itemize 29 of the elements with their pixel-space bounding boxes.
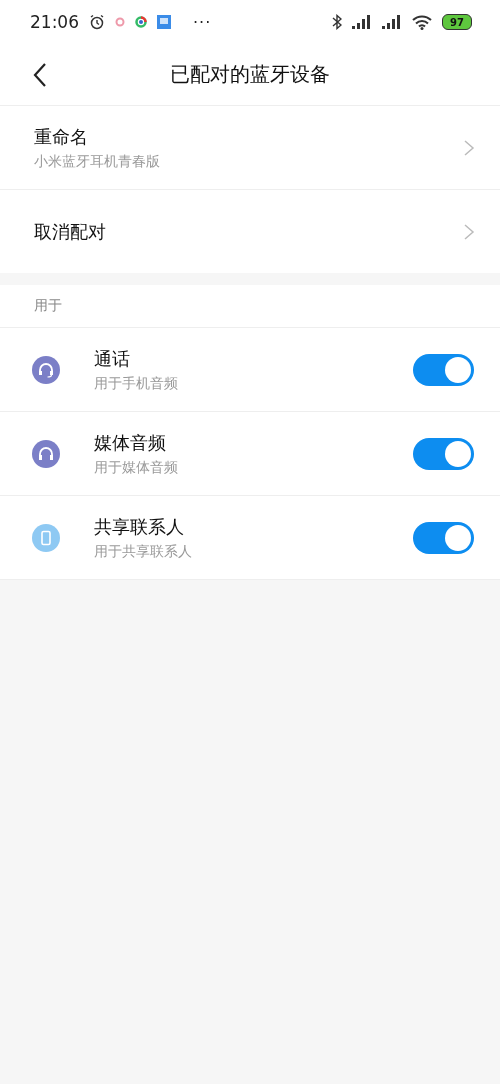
alarm-clock-icon — [89, 14, 105, 30]
toggle-switch[interactable] — [413, 521, 474, 554]
chevron-right-icon — [462, 222, 476, 241]
item-title: 共享联系人 — [94, 514, 185, 539]
app-notification-icon — [135, 16, 147, 28]
item-subtitle: 用于共享联系人 — [94, 542, 193, 561]
item-title: 取消配对 — [34, 219, 107, 244]
status-time: 21:06 — [30, 12, 79, 32]
bluetooth-icon — [332, 14, 342, 30]
signal-icon — [382, 15, 402, 29]
item-title: 通话 — [94, 346, 131, 371]
item-title: 重命名 — [34, 124, 89, 149]
toggle-switch[interactable] — [413, 353, 474, 386]
toggle-switch[interactable] — [413, 437, 474, 470]
app-notification-icon — [157, 15, 171, 29]
item-subtitle: 用于媒体音频 — [94, 458, 179, 477]
item-subtitle: 小米蓝牙耳机青春版 — [34, 152, 161, 171]
page-title: 已配对的蓝牙设备 — [170, 62, 330, 86]
battery-icon: 97 — [442, 14, 472, 30]
more-notifications-icon: ··· — [193, 12, 212, 32]
wifi-icon — [412, 14, 432, 30]
section-label: 用于 — [34, 297, 62, 315]
settings-item[interactable]: 重命名 小米蓝牙耳机青春版 — [0, 106, 500, 190]
item-title: 媒体音频 — [94, 430, 167, 455]
settings-item[interactable]: 取消配对 — [0, 190, 500, 273]
app-notification-icon — [115, 17, 125, 27]
signal-icon — [352, 15, 372, 29]
item-subtitle: 用于手机音频 — [94, 374, 179, 393]
chevron-right-icon — [462, 138, 476, 157]
